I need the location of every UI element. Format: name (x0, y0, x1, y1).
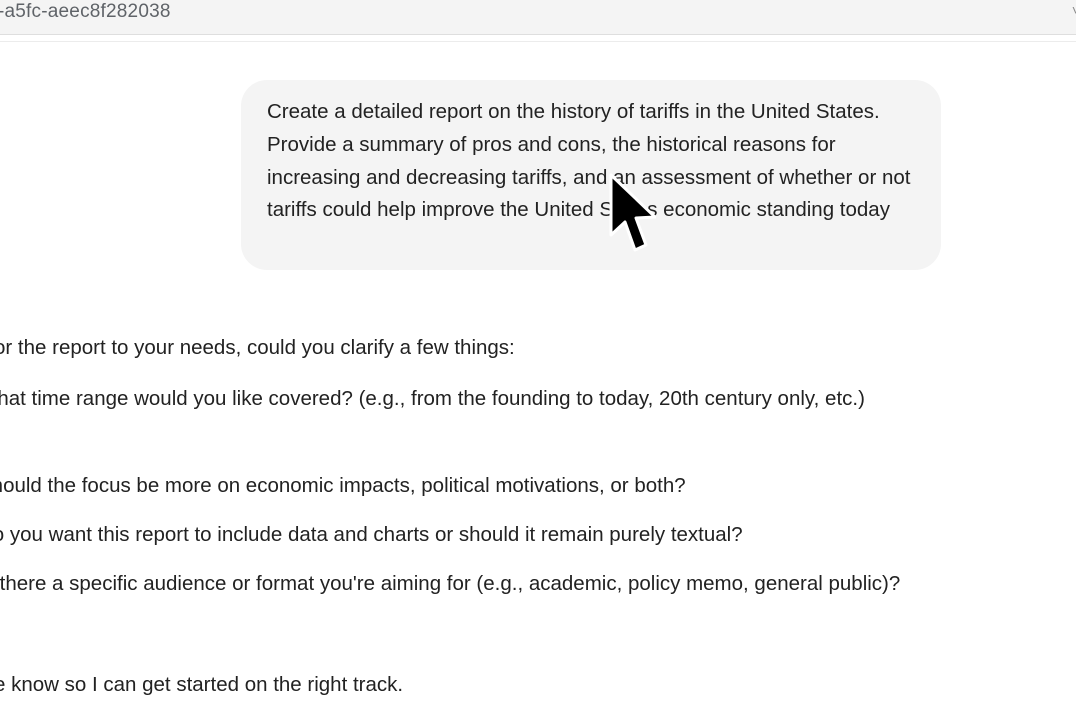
arrow-cursor-icon (609, 173, 656, 252)
assistant-intro: or the report to your needs, could you c… (0, 336, 515, 359)
user-message-text: Create a detailed report on the history … (267, 100, 911, 222)
chevron-down-icon[interactable]: ˅ (1072, 2, 1076, 18)
assistant-outro: e know so I can get started on the right… (0, 673, 404, 696)
user-message-bubble: Create a detailed report on the history … (241, 80, 941, 270)
header-divider (0, 41, 1076, 42)
question-time-range: What time range would you like covered? … (0, 387, 865, 410)
browser-address-bar[interactable]: -a5fc-aeec8f282038 ˅ (0, 0, 1076, 35)
question-audience: Is there a specific audience or format y… (0, 572, 901, 595)
url-text[interactable]: -a5fc-aeec8f282038 (0, 1, 171, 23)
question-data-charts: Do you want this report to include data … (0, 523, 743, 546)
question-focus: Should the focus be more on economic imp… (0, 474, 686, 497)
chat-page: -a5fc-aeec8f282038 ˅ Create a detailed r… (0, 0, 1076, 720)
